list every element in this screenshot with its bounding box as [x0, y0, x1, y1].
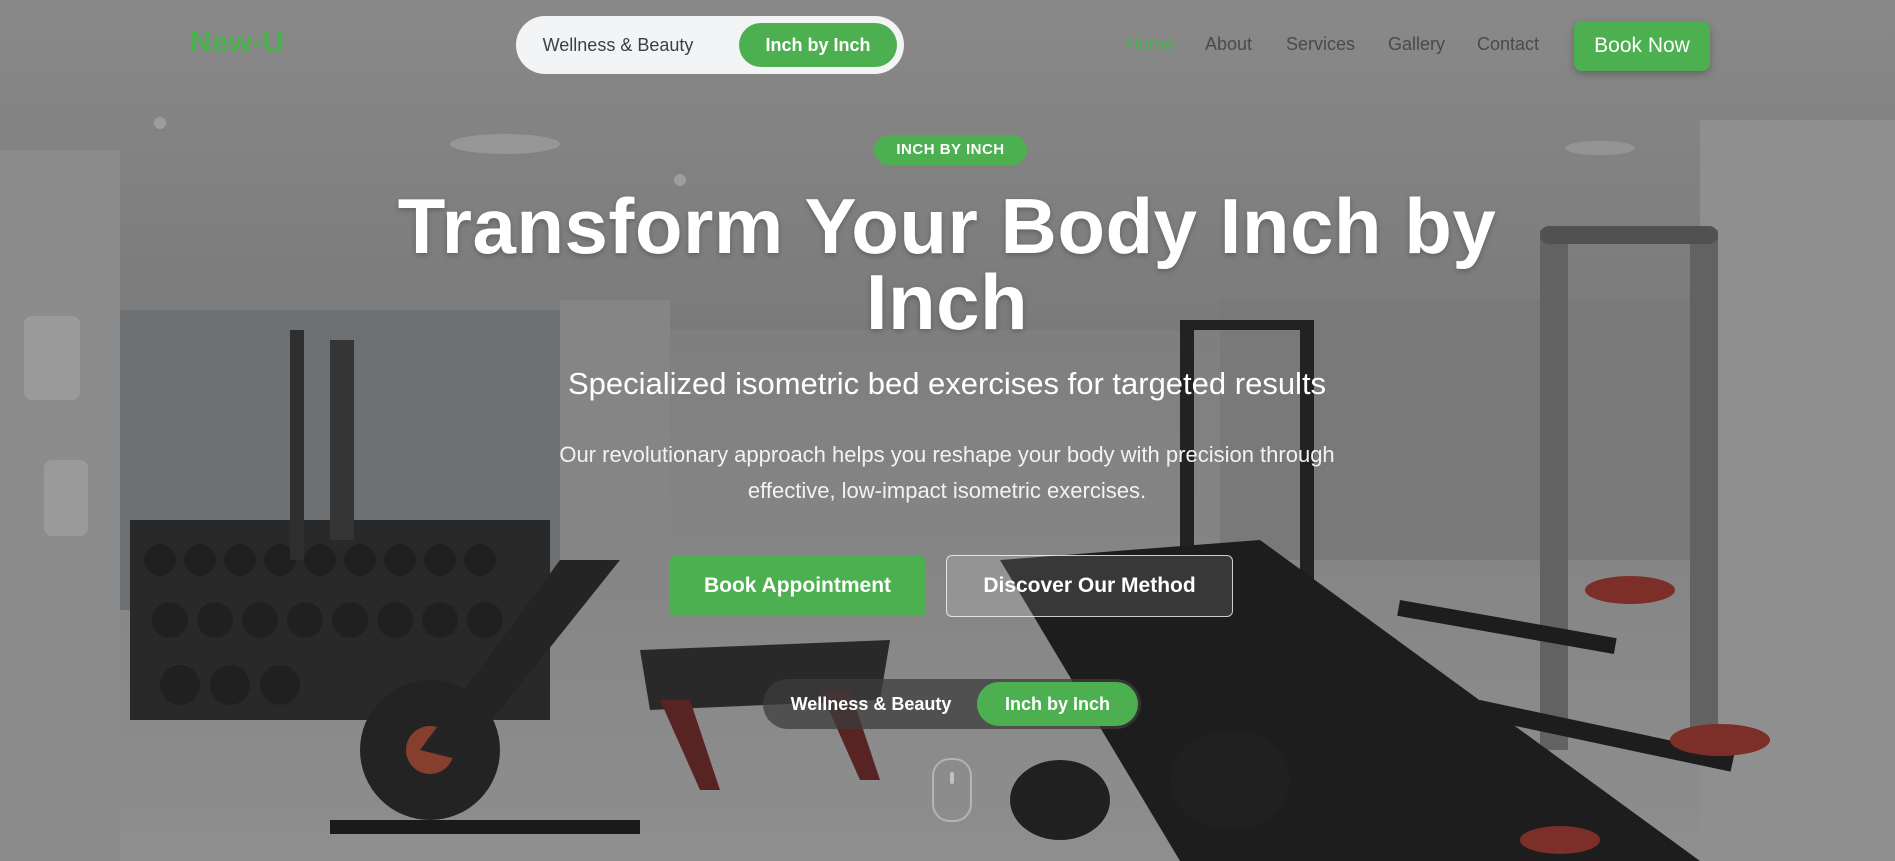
book-appointment-button[interactable]: Book Appointment [669, 556, 926, 616]
service-switch: Wellness & Beauty Inch by Inch [518, 18, 902, 72]
hero-switch-inch-by-inch[interactable]: Inch by Inch [977, 682, 1138, 726]
hero-subtitle: Specialized isometric bed exercises for … [567, 366, 1327, 401]
hero-service-switch: Wellness & Beauty Inch by Inch [763, 679, 1141, 729]
nav-home[interactable]: Home [1126, 34, 1174, 55]
nav-about[interactable]: About [1205, 34, 1252, 55]
scroll-wheel-dot [950, 772, 954, 784]
hero-title: Transform Your Body Inch by Inch [397, 182, 1497, 346]
hero-description: Our revolutionary approach helps you res… [559, 442, 1335, 503]
switch-wellness-beauty[interactable]: Wellness & Beauty [530, 23, 706, 67]
mouse-scroll-icon[interactable] [932, 758, 972, 822]
hero-badge: INCH BY INCH [874, 135, 1027, 165]
discover-method-button[interactable]: Discover Our Method [946, 555, 1233, 617]
hero-switch-wellness-beauty[interactable]: Wellness & Beauty [787, 682, 955, 726]
site-header: New-U Wellness & Beauty Inch by Inch Hom… [0, 0, 1895, 92]
book-now-button[interactable]: Book Now [1574, 21, 1710, 71]
switch-inch-by-inch[interactable]: Inch by Inch [739, 23, 897, 67]
nav-contact[interactable]: Contact [1477, 34, 1539, 55]
site-logo[interactable]: New-U [190, 26, 284, 60]
nav-gallery[interactable]: Gallery [1388, 34, 1445, 55]
hero-dark-overlay [0, 0, 1895, 861]
nav-services[interactable]: Services [1286, 34, 1355, 55]
